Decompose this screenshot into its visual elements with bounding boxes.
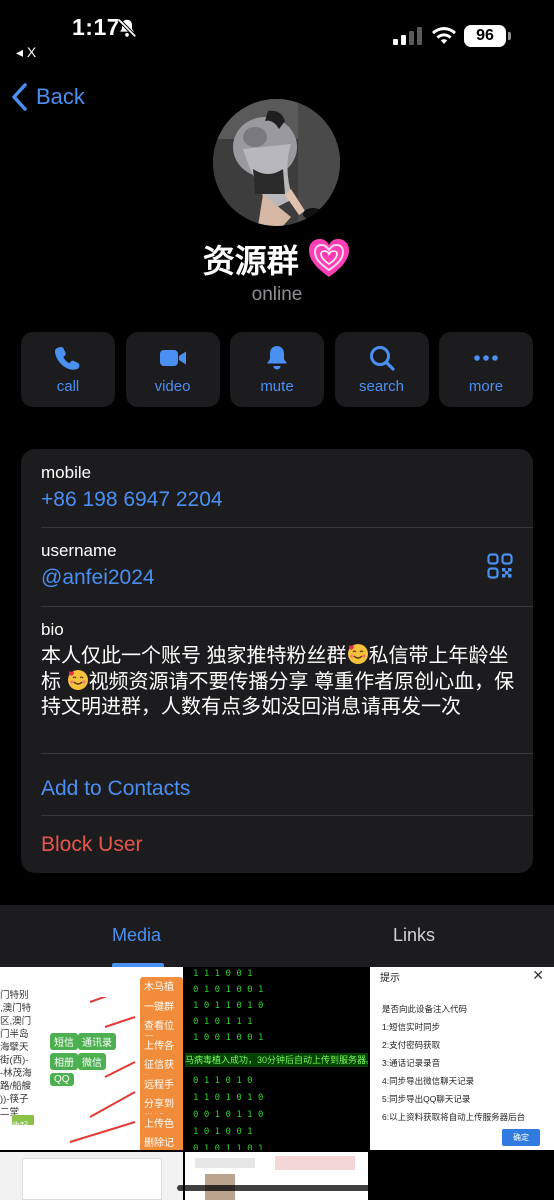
dialog-line: 2:支付密码获取 xyxy=(382,1040,441,1050)
profile-name: 资源群 xyxy=(202,243,299,279)
video-icon xyxy=(159,350,186,366)
dialog-line: 1:短信实时同步 xyxy=(382,1022,441,1032)
username-value[interactable]: @anfei2024 xyxy=(41,566,155,590)
back-button[interactable]: Back xyxy=(10,82,85,112)
thumbnail-text-line: 区,澳门 xyxy=(0,1016,32,1027)
thumbnail-content xyxy=(22,1158,162,1200)
home-indicator[interactable] xyxy=(177,1185,377,1191)
media-thumbnail[interactable]: 提示 ✕ 是否向此设备注入代码 1:短信实时同步 2:支付密码获取 3:通话记录录音 4… xyxy=(370,967,554,1150)
thumbnail-matrix-row: 0 1 0 1 1 1 xyxy=(193,1017,253,1027)
smiling-face-with-hearts-icon xyxy=(347,644,368,664)
dialog-ok-button: 确定 xyxy=(502,1129,540,1146)
avatar-photo xyxy=(213,99,340,226)
thumbnail-chip: 删除记录 xyxy=(140,1133,183,1150)
dialog-line: 4:同步导出微信聊天记录 xyxy=(382,1076,475,1086)
silent-bell-icon xyxy=(117,18,137,38)
thumbnail-matrix-row: 0 1 0 1 0 0 1 xyxy=(193,985,264,995)
divider xyxy=(41,753,533,754)
search-icon xyxy=(369,346,395,371)
mute-button[interactable]: mute xyxy=(230,332,324,407)
bio-label: bio xyxy=(41,620,64,639)
dialog-title: 提示 xyxy=(380,973,400,984)
thumbnail-text-column: 门特别 ,澳门特 区,澳门 门半岛 海擘天 街(西)- -林茂海 路/船艘))-筷子 二堂 xyxy=(0,989,34,1119)
thumbnail-text-line: 门特别 xyxy=(0,990,29,1001)
cellular-signal-icon xyxy=(393,27,422,45)
thumbnail-text-line: 门半岛 xyxy=(0,1029,29,1040)
thumbnail-text-line: ,澳门特 xyxy=(0,1003,32,1014)
media-thumbnail[interactable]: 门特别 ,澳门特 区,澳门 门半岛 海擘天 街(西)- -林茂海 路/船艘))-筷子 二堂 短信… xyxy=(0,967,183,1150)
glowing-heart-icon xyxy=(309,239,350,277)
media-thumbnail[interactable]: 1 1 1 0 0 1 0 1 0 1 0 0 1 1 0 1 1 0 1 0 0 1… xyxy=(185,967,368,1150)
block-user-button[interactable]: Block User xyxy=(41,833,143,857)
status-bar: 1:17 96 ◂ X xyxy=(0,0,554,60)
smiling-face-with-hearts-icon xyxy=(67,670,88,690)
status-time: 1:17 xyxy=(72,14,121,40)
call-button[interactable]: call xyxy=(21,332,115,407)
profile-avatar[interactable] xyxy=(213,99,340,226)
thumbnail-matrix-row: 1 0 1 1 0 1 0 xyxy=(193,1001,264,1011)
search-button[interactable]: search xyxy=(334,332,429,407)
call-label: call xyxy=(56,378,80,395)
dialog-close-icon: ✕ xyxy=(532,967,544,983)
bell-icon xyxy=(267,346,287,370)
dialog-line: 3:通话记录录音 xyxy=(382,1058,441,1068)
divider xyxy=(41,606,533,607)
divider xyxy=(41,527,533,528)
battery-indicator: 96 xyxy=(464,25,511,47)
phone-icon xyxy=(55,347,80,370)
thumbnail-matrix-row: 0 1 0 1 1 0 1 xyxy=(193,1144,264,1150)
thumbnail-text-line: 路/船艘 xyxy=(0,1081,32,1092)
more-icon xyxy=(474,355,498,361)
thumbnail-highlight: 收起 xyxy=(12,1115,34,1130)
chevron-left-icon xyxy=(12,83,27,111)
thumbnail-matrix-row: 1 0 0 1 0 0 1 xyxy=(193,1033,264,1043)
video-label: video xyxy=(154,378,191,395)
dialog-line: 6:以上资料获取将自动上传服务器后台 xyxy=(382,1112,526,1122)
thumbnail-matrix-row: 1 0 1 0 0 1 xyxy=(193,1127,253,1137)
more-label: more xyxy=(468,378,504,395)
thumbnail-text-line: 街(西)- xyxy=(0,1055,29,1066)
video-button[interactable]: video xyxy=(125,332,220,407)
dialog-line: 是否向此设备注入代码 xyxy=(382,1004,468,1014)
thumbnail-matrix-row: 0 1 1 0 1 0 xyxy=(193,1076,253,1086)
bio-text-part: 本人仅此一个账号 独家推特粉丝群 xyxy=(41,645,347,667)
tab-media[interactable]: Media xyxy=(112,925,161,946)
qr-code-icon[interactable] xyxy=(487,553,513,579)
tab-links[interactable]: Links xyxy=(393,925,435,946)
search-label: search xyxy=(358,378,405,395)
wifi-icon xyxy=(432,27,456,44)
thumbnail-arrows xyxy=(69,997,136,1143)
media-thumbnail[interactable] xyxy=(185,1152,368,1200)
mute-label: mute xyxy=(260,378,294,395)
info-card: mobile +86 198 6947 2204 username @anfei… xyxy=(21,449,533,873)
add-to-contacts-button[interactable]: Add to Contacts xyxy=(41,777,190,801)
thumbnail-content xyxy=(195,1158,255,1168)
back-label: Back xyxy=(36,84,85,109)
mobile-label: mobile xyxy=(41,463,92,482)
shared-content-tabs: Media Links xyxy=(0,905,554,967)
more-button[interactable]: more xyxy=(439,332,533,407)
back-to-app[interactable]: ◂ X xyxy=(16,44,36,61)
profile-status: online xyxy=(251,284,303,305)
thumbnail-text-line: -林茂海 xyxy=(0,1068,32,1079)
thumbnail-matrix-row: 0 0 1 0 1 1 0 xyxy=(193,1110,264,1120)
media-thumbnail[interactable] xyxy=(0,1152,183,1200)
thumbnail-content xyxy=(275,1156,355,1170)
thumbnail-matrix-row: 1 1 1 0 0 1 xyxy=(193,969,253,979)
thumbnail-matrix-row: 1 1 0 1 0 1 0 xyxy=(193,1093,264,1103)
thumbnail-text-line: ))-筷子 xyxy=(0,1094,29,1105)
profile-name-row: 资源群 xyxy=(0,236,554,282)
action-bar: call video mute search more xyxy=(21,332,533,407)
thumbnail-highlight-text: 收起 xyxy=(12,1121,28,1130)
thumbnail-text-line: 海擘天 xyxy=(0,1042,29,1053)
bio-text: 本人仅此一个账号 独家推特粉丝群 私信带上年龄坐标 视频资源请不要传播分享 尊重作… xyxy=(41,643,521,720)
username-label: username xyxy=(41,541,117,560)
thumbnail-banner: 马病毒植入成功，30分钟后自动上传到服务器。 xyxy=(185,1053,368,1067)
mobile-value[interactable]: +86 198 6947 2204 xyxy=(41,488,223,512)
divider xyxy=(41,815,533,816)
bio-text-part: 视频资源请不要传播分享 尊重作者原创心血，保持文明进群，人数有点多如没回消息请再… xyxy=(41,671,515,718)
dialog-line: 5:同步导出QQ聊天记录 xyxy=(382,1094,471,1104)
